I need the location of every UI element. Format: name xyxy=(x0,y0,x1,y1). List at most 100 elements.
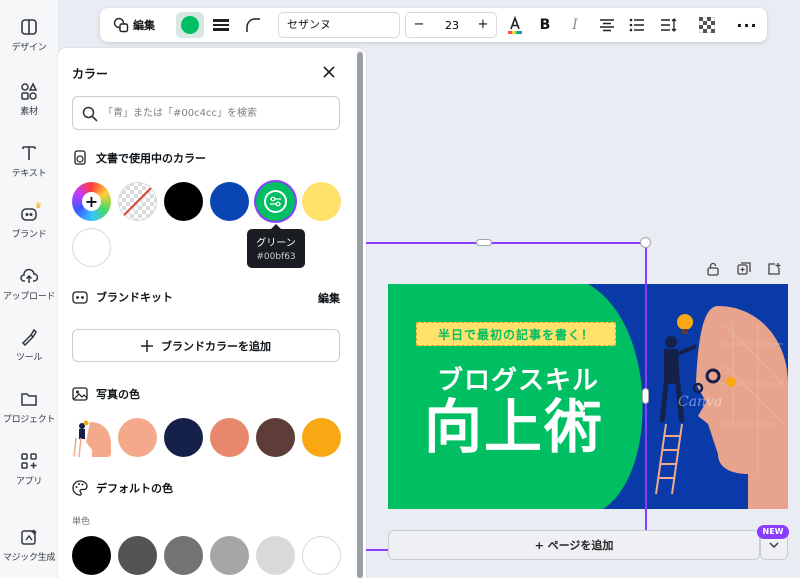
panel-scrollbar[interactable] xyxy=(357,50,363,578)
photo-color-swatch[interactable] xyxy=(164,418,203,457)
solid-colors-subtitle: 単色 xyxy=(72,517,91,527)
brand-kit-edit-link[interactable]: 編集 xyxy=(318,290,340,306)
tooltip-color-name: グリーン xyxy=(256,238,296,249)
elements-icon xyxy=(21,82,38,100)
left-sidebar: デザイン 素材 テキスト ♛ ブランド アップロード ツール プロジェクト アプ… xyxy=(0,0,58,578)
sidebar-item-magic[interactable]: マジック生成 xyxy=(0,528,58,563)
bullet-list-icon xyxy=(629,18,644,32)
tooltip-color-hex: #00bf63 xyxy=(256,252,296,262)
shapes-icon xyxy=(113,17,129,33)
sidebar-item-label: ツール xyxy=(15,353,43,363)
bullet-list-button[interactable] xyxy=(624,12,650,38)
transparent-swatch[interactable] xyxy=(118,182,157,221)
photo-colors-title: 写真の色 xyxy=(96,388,140,401)
increase-font-size-button[interactable]: + xyxy=(472,13,494,37)
sidebar-item-tools[interactable]: ツール xyxy=(0,328,58,363)
document-color-swatch[interactable] xyxy=(210,182,249,221)
apps-icon xyxy=(21,453,37,469)
palette-icon xyxy=(72,480,88,496)
corner-rounding-icon xyxy=(246,18,260,32)
default-color-swatch[interactable] xyxy=(302,536,341,575)
resize-handle-right[interactable] xyxy=(642,388,649,404)
sidebar-item-upload[interactable]: アップロード xyxy=(0,267,58,302)
subtitle-banner[interactable]: 半日で最初の記事を書く！ xyxy=(416,322,616,346)
sidebar-item-label: 素材 xyxy=(20,107,38,117)
selection-border-top xyxy=(363,242,646,244)
transparency-icon xyxy=(699,17,715,33)
photo-color-swatch[interactable] xyxy=(256,418,295,457)
folder-icon xyxy=(21,393,37,406)
text-color-button[interactable] xyxy=(176,12,204,38)
border-weight-icon xyxy=(213,19,229,31)
decrease-font-size-button[interactable]: − xyxy=(408,13,430,37)
default-color-swatch[interactable] xyxy=(72,536,111,575)
align-center-button[interactable] xyxy=(594,12,620,38)
default-color-swatch[interactable] xyxy=(210,536,249,575)
font-color-button[interactable] xyxy=(502,12,528,38)
color-search-input[interactable] xyxy=(103,103,333,123)
duplicate-page-icon[interactable] xyxy=(737,262,751,276)
add-brand-color-label: ブランドカラーを追加 xyxy=(161,339,271,353)
resize-handle-top-right[interactable] xyxy=(640,237,651,248)
edit-button[interactable]: 編集 xyxy=(108,12,160,38)
add-page-button[interactable]: + ページを追加 xyxy=(388,530,760,560)
document-color-swatch[interactable] xyxy=(72,228,111,267)
document-color-swatch[interactable] xyxy=(164,182,203,221)
sidebar-item-label: アプリ xyxy=(15,477,43,487)
sidebar-item-projects[interactable]: プロジェクト xyxy=(0,390,58,425)
add-new-color-button[interactable]: + xyxy=(72,182,111,221)
sidebar-item-label: テキスト xyxy=(11,169,47,179)
scrollbar-thumb[interactable] xyxy=(357,52,363,578)
photo-color-swatch[interactable] xyxy=(210,418,249,457)
no-color-slash xyxy=(123,187,152,216)
font-size-input[interactable] xyxy=(432,16,472,34)
photo-thumbnail-image xyxy=(72,418,111,457)
brand-kit-title: ブランドキット xyxy=(96,291,173,304)
line-spacing-button[interactable] xyxy=(656,12,682,38)
document-colors-header: 文書で使用中のカラー xyxy=(72,150,206,166)
plus-icon xyxy=(141,339,153,352)
close-icon[interactable] xyxy=(321,64,337,80)
font-color-icon xyxy=(508,16,522,34)
default-color-swatch[interactable] xyxy=(164,536,203,575)
sidebar-item-text[interactable]: テキスト xyxy=(0,144,58,179)
sidebar-item-label: ブランド xyxy=(11,230,47,240)
bold-button[interactable]: B xyxy=(532,12,558,38)
photo-color-swatch[interactable] xyxy=(118,418,157,457)
sidebar-item-label: プロジェクト xyxy=(2,415,56,425)
add-page-icon[interactable] xyxy=(767,262,781,276)
document-color-swatch[interactable] xyxy=(302,182,341,221)
chevron-down-icon xyxy=(769,542,779,548)
resize-handle-top[interactable] xyxy=(476,239,492,246)
add-brand-color-button[interactable]: ブランドカラーを追加 xyxy=(72,329,340,362)
color-panel: カラー 文書で使用中のカラー + ブランドキット 編集 ブランドカラーを追加 写… xyxy=(58,48,366,578)
photo-thumbnail[interactable] xyxy=(72,418,111,457)
more-options-button[interactable]: ··· xyxy=(734,12,760,38)
photo-color-swatch[interactable] xyxy=(302,418,341,457)
default-color-swatch[interactable] xyxy=(256,536,295,575)
document-color-swatch-selected[interactable] xyxy=(256,182,295,221)
subtitle-text: 半日で最初の記事を書く！ xyxy=(437,327,594,342)
plus-icon: + xyxy=(82,192,101,211)
panel-title: カラー xyxy=(72,67,109,81)
sidebar-item-design[interactable]: デザイン xyxy=(0,18,58,53)
design-canvas[interactable]: 半日で最初の記事を書く！ ブログスキル 向上術 Canva xyxy=(388,284,788,509)
image-icon xyxy=(72,387,88,401)
brand-kit-icon xyxy=(72,291,88,304)
corner-rounding-button[interactable] xyxy=(240,12,266,38)
title-text[interactable]: 向上術 xyxy=(404,392,624,462)
default-colors-title: デフォルトの色 xyxy=(96,482,173,495)
border-style-button[interactable] xyxy=(208,12,234,38)
lock-icon[interactable] xyxy=(706,262,720,276)
sidebar-item-elements[interactable]: 素材 xyxy=(0,82,58,117)
align-center-icon xyxy=(600,19,614,32)
default-color-swatch[interactable] xyxy=(118,536,157,575)
sidebar-item-apps[interactable]: アプリ xyxy=(0,452,58,487)
sidebar-item-label: アップロード xyxy=(2,292,56,302)
font-family-select[interactable]: セザンヌ xyxy=(278,12,400,38)
sidebar-item-brand[interactable]: ♛ ブランド xyxy=(0,201,58,240)
design-icon xyxy=(21,19,37,35)
italic-button[interactable]: I xyxy=(562,12,588,38)
transparency-button[interactable] xyxy=(694,12,720,38)
current-color-swatch xyxy=(181,16,199,34)
